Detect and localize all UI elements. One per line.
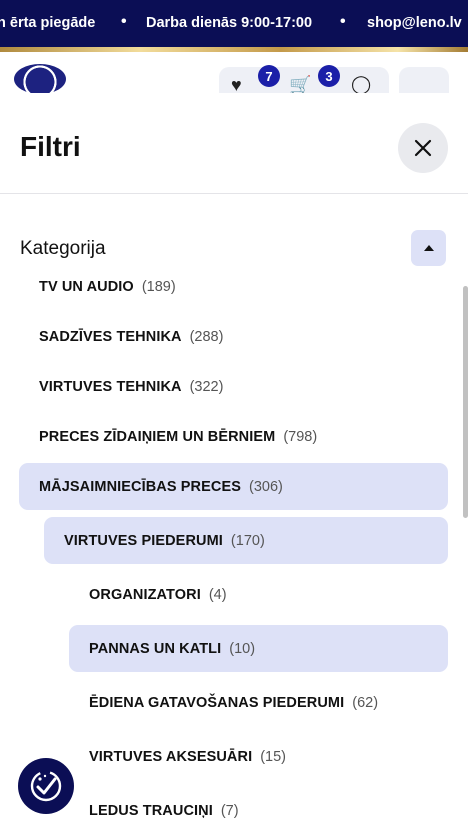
category-name: TV UN AUDIO xyxy=(39,278,134,295)
close-icon xyxy=(414,139,432,157)
promo-text-hours: Darba dienās 9:00-17:00 xyxy=(146,15,313,31)
category-item[interactable]: LEDUS TRAUCIŅI (7) xyxy=(69,787,448,832)
badge-check-icon xyxy=(30,770,62,802)
category-count: (322) xyxy=(189,378,224,395)
category-item[interactable]: VIRTUVES AKSESUĀRI (15) xyxy=(69,733,448,780)
category-count: (288) xyxy=(189,328,224,345)
user-icon[interactable]: ◯ xyxy=(351,74,371,95)
category-count: (15) xyxy=(260,748,287,765)
site-logo[interactable] xyxy=(14,64,66,94)
category-name: ORGANIZATORI xyxy=(89,586,201,603)
category-name: LEDUS TRAUCIŅI xyxy=(89,802,213,819)
category-item[interactable]: TV UN AUDIO (189) xyxy=(19,263,448,310)
category-item[interactable]: PANNAS UN KATLI (10) xyxy=(69,625,448,672)
collapse-category-button[interactable] xyxy=(411,230,446,266)
category-name: VIRTUVES TEHNIKA xyxy=(39,378,182,395)
category-name: PANNAS UN KATLI xyxy=(89,640,222,657)
category-name: ĒDIENA GATAVOŠANAS PIEDERUMI xyxy=(89,694,345,711)
caret-up-icon xyxy=(423,245,434,251)
category-item[interactable]: SADZĪVES TEHNIKA (288) xyxy=(19,313,448,360)
category-item[interactable]: ĒDIENA GATAVOŠANAS PIEDERUMI (62) xyxy=(69,679,448,726)
category-item[interactable]: VIRTUVES TEHNIKA (322) xyxy=(19,363,448,410)
promo-separator: • xyxy=(340,13,346,30)
header-divider xyxy=(0,193,468,194)
trust-badge-button[interactable] xyxy=(18,758,74,814)
promo-email-link[interactable]: shop@leno.lv xyxy=(367,15,462,31)
category-name: SADZĪVES TEHNIKA xyxy=(39,328,182,345)
category-name: VIRTUVES AKSESUĀRI xyxy=(89,748,253,765)
filter-drawer: Filtri Kategorija TV UN AUDIO (189) SADZĪV… xyxy=(0,93,468,832)
category-count: (7) xyxy=(220,802,239,819)
category-name: VIRTUVES PIEDERUMI xyxy=(64,532,223,549)
category-count: (62) xyxy=(352,694,379,711)
category-count: (189) xyxy=(141,278,176,295)
category-count: (306) xyxy=(249,478,283,495)
section-title-category[interactable]: Kategorija xyxy=(20,238,106,260)
category-name: PRECES ZĪDAIŅIEM UN BĒRNIEM xyxy=(39,428,276,445)
gold-divider xyxy=(0,47,468,52)
category-item[interactable]: VIRTUVES PIEDERUMI (170) xyxy=(44,517,448,564)
category-item[interactable]: ORGANIZATORI (4) xyxy=(69,571,448,618)
category-count: (170) xyxy=(230,532,265,549)
promo-bar: n ērta piegāde • Darba dienās 9:00-17:00… xyxy=(0,0,468,47)
cart-count-badge: 3 xyxy=(318,65,340,87)
category-name: MĀJSAIMNIECĪBAS PRECES xyxy=(39,478,242,495)
category-item[interactable]: PRECES ZĪDAIŅIEM UN BĒRNIEM (798) xyxy=(19,413,448,460)
promo-text-delivery: n ērta piegāde xyxy=(0,15,96,31)
category-count: (10) xyxy=(229,640,256,657)
category-count: (4) xyxy=(208,586,227,603)
wishlist-count-badge: 7 xyxy=(258,65,280,87)
category-count: (798) xyxy=(283,428,318,445)
category-item[interactable]: MĀJSAIMNIECĪBAS PRECES (306) xyxy=(19,463,448,510)
scrollbar[interactable] xyxy=(463,286,468,518)
promo-separator: • xyxy=(121,13,127,30)
close-button[interactable] xyxy=(398,123,448,173)
drawer-title: Filtri xyxy=(20,131,81,162)
